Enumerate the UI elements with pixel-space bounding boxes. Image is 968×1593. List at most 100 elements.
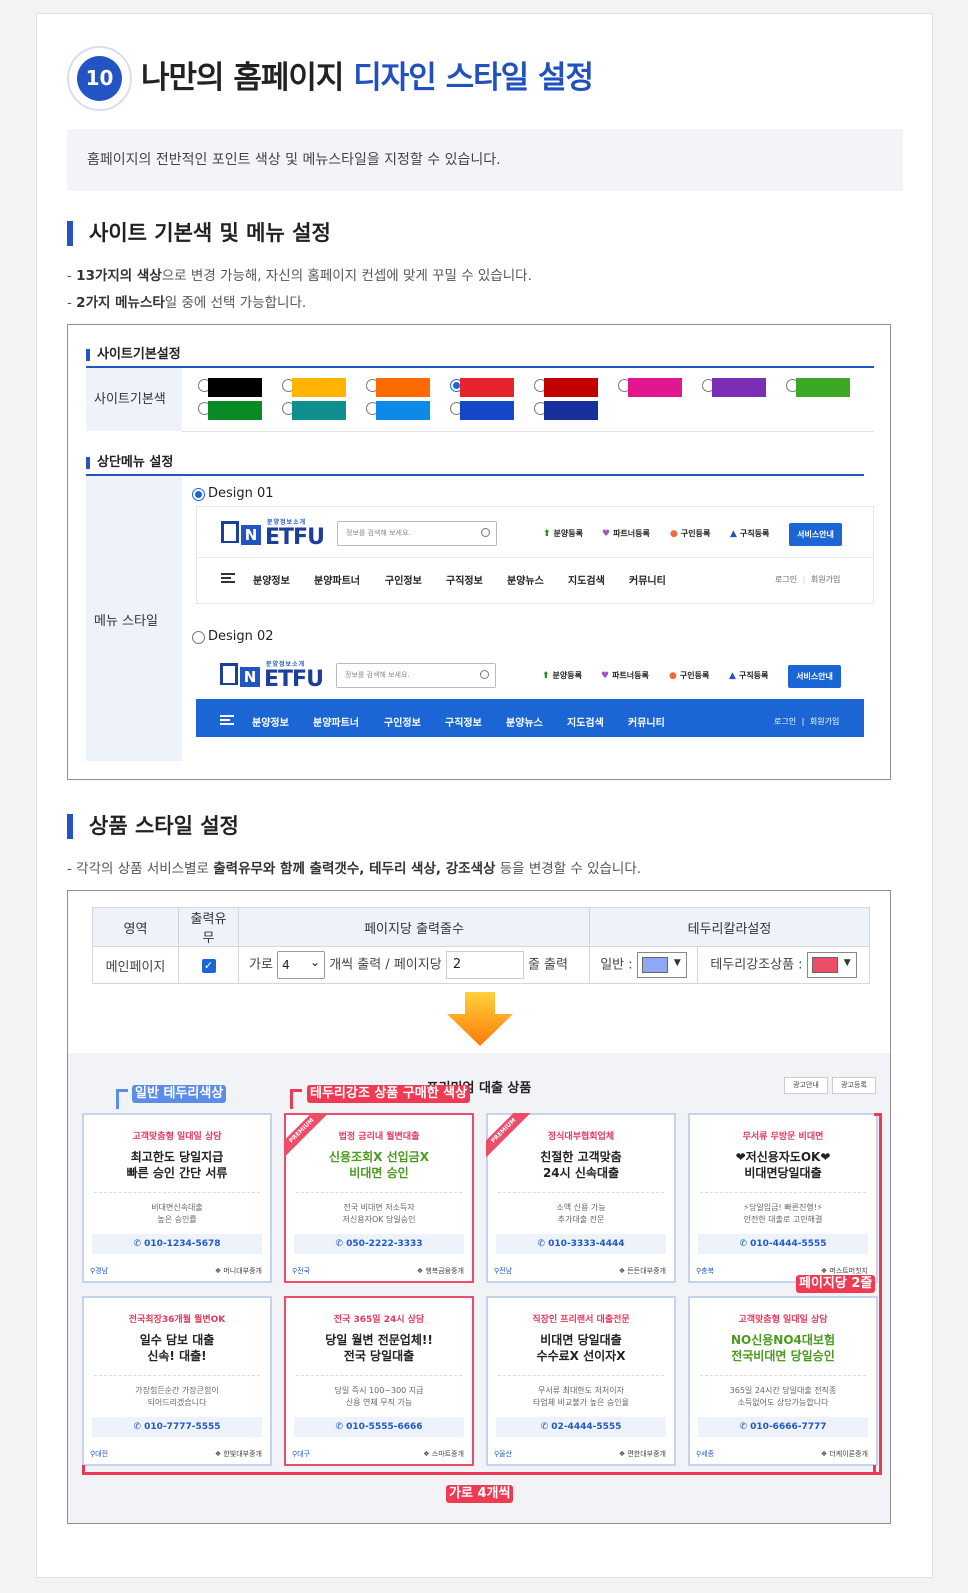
normal-color-picker[interactable] bbox=[636, 952, 687, 978]
design-01-radio[interactable] bbox=[192, 488, 205, 501]
top-link-partner[interactable]: ♥ 파트너등록 bbox=[601, 670, 649, 681]
product-card[interactable]: PREMIUM 정식대부협회업체 친절한 고객맞춤 24시 신속대출 소액 신용 가능… bbox=[486, 1113, 676, 1283]
product-card[interactable]: 무서류 무방문 비대면 ❤저신용자도OK❤ 비대면당일대출 ⚡당일입금! 빠른진행!… bbox=[688, 1113, 878, 1283]
divider bbox=[700, 1192, 866, 1193]
product-card[interactable]: 직장인 프리랜서 대출전문 비대면 당일대출 수수료X 선이자X 무서류 최대한도 … bbox=[486, 1296, 676, 1466]
nav-item-5[interactable]: 분양뉴스 bbox=[506, 714, 543, 729]
highlight-color-cell: 테두리강조상품 : bbox=[697, 946, 870, 984]
card-phone[interactable]: ✆ 010-1234-5678 bbox=[92, 1234, 262, 1254]
card-description: 당일 즉시 100~300 지급 신용 연체 무직 가능 bbox=[334, 1386, 424, 1407]
login-link[interactable]: 로그인 | 회원가입 bbox=[775, 574, 840, 585]
nav-item-2[interactable]: 분양파트너 bbox=[313, 714, 359, 729]
color-swatch-9[interactable] bbox=[208, 401, 262, 420]
color-swatch-8[interactable] bbox=[796, 378, 850, 397]
color-swatch-6[interactable] bbox=[628, 378, 682, 397]
color-swatch-2[interactable] bbox=[292, 378, 346, 397]
color-swatch-10[interactable] bbox=[292, 401, 346, 420]
search-input[interactable]: 정보를 검색해 보세요. bbox=[337, 521, 497, 546]
card-phone[interactable]: ✆ 050-2222-3333 bbox=[294, 1234, 464, 1254]
card-company: ❖ 머니대부중개 bbox=[214, 1267, 262, 1275]
card-phone[interactable]: ✆ 010-3333-4444 bbox=[496, 1234, 666, 1254]
card-phone[interactable]: ✆ 02-4444-5555 bbox=[496, 1417, 666, 1437]
card-tagline: 전국 365일 24시 상담 bbox=[333, 1315, 425, 1325]
top-link-partner[interactable]: ♥ 파트너등록 bbox=[602, 528, 650, 539]
card-tagline: 직장인 프리랜서 대출전문 bbox=[532, 1315, 630, 1325]
annotation-bracket-blue bbox=[116, 1089, 128, 1109]
color-swatch-11[interactable] bbox=[376, 401, 430, 420]
card-description: 소액 신용 가능 추가대출 전문 bbox=[556, 1203, 606, 1224]
per-row-select[interactable]: 4 bbox=[277, 949, 326, 979]
card-phone[interactable]: ✆ 010-4444-5555 bbox=[698, 1234, 868, 1254]
product-card[interactable]: 전국최장36개월 월변OK 일수 담보 대출 신속! 대출! 가장힘든순간 가장큰힘… bbox=[82, 1296, 272, 1466]
card-region: ⚲세종 bbox=[696, 1450, 715, 1458]
color-swatch-1[interactable] bbox=[208, 378, 262, 397]
nav-item-7[interactable]: 커뮤니티 bbox=[628, 714, 665, 729]
product-card[interactable]: 고객맞춤형 일대일 상담 NO신용NO4대보험 전국비대면 당일승인 365일 24… bbox=[688, 1296, 878, 1466]
product-settings-heading: 상품 스타일 설정 bbox=[67, 814, 239, 839]
card-region: ⚲전국 bbox=[292, 1267, 311, 1275]
divider bbox=[86, 366, 874, 368]
tag-cols-per-row: 가로 4개씩 bbox=[446, 1485, 514, 1503]
hamburger-icon[interactable] bbox=[221, 573, 235, 583]
page-panel: 10 나만의 홈페이지 디자인 스타일 설정 홈페이지의 전반적인 포인트 색상… bbox=[36, 13, 933, 1578]
top-link-hiring[interactable]: ● 구인등록 bbox=[670, 528, 710, 539]
hamburger-icon[interactable] bbox=[220, 715, 234, 725]
product-card[interactable]: 고객맞춤형 일대일 상담 최고한도 당일지급 빠른 승인 간단 서류 비대면신속대출… bbox=[82, 1113, 272, 1283]
top-link-jobseek[interactable]: ▲ 구직등록 bbox=[730, 528, 769, 539]
nav-item-1[interactable]: 분양정보 bbox=[253, 572, 290, 587]
site-settings-desc-2: - 2가지 메뉴스타일 중에 선택 가능합니다. bbox=[67, 295, 307, 311]
nav-item-1[interactable]: 분양정보 bbox=[252, 714, 289, 729]
color-swatch-3[interactable] bbox=[376, 378, 430, 397]
output-checkbox[interactable]: ✓ bbox=[201, 958, 216, 973]
lines-input[interactable]: 2 bbox=[445, 951, 524, 979]
product-card[interactable]: PREMIUM 법정 금리내 월변대출 신용조회X 선입금X 비대면 승인 전국 비대… bbox=[284, 1113, 474, 1283]
card-phone[interactable]: ✆ 010-5555-6666 bbox=[294, 1417, 464, 1437]
color-swatch-4[interactable] bbox=[460, 378, 514, 397]
color-swatch-5[interactable] bbox=[544, 378, 598, 397]
ad-register-button[interactable]: 광고등록 bbox=[832, 1077, 876, 1094]
card-company: ❖ 행복금융중개 bbox=[416, 1267, 464, 1275]
nav-item-5[interactable]: 분양뉴스 bbox=[507, 572, 544, 587]
top-link-hiring[interactable]: ● 구인등록 bbox=[669, 670, 709, 681]
building-icon bbox=[220, 663, 238, 685]
color-swatch-7[interactable] bbox=[712, 378, 766, 397]
search-icon bbox=[481, 528, 490, 537]
site-settings-desc-1: - 13가지의 색상으로 변경 가능해, 자신의 홈페이지 컨셉에 맞게 꾸밀 … bbox=[67, 268, 532, 284]
site-settings-panel: 사이트기본설정 사이트기본색 상단메뉴 설정 메뉴 스타일 Design 01 … bbox=[67, 324, 891, 780]
search-input[interactable]: 정보를 검색해 보세요. bbox=[336, 663, 496, 688]
nav-item-6[interactable]: 지도검색 bbox=[568, 572, 605, 587]
design-01-label: Design 01 bbox=[208, 486, 274, 501]
product-options-table: 영역 출력유무 페이지당 출력줄수 테두리칼라설정 메인페이지 ✓ 가로 4 개… bbox=[92, 907, 870, 984]
product-card[interactable]: 전국 365일 24시 상담 당일 월변 전문업체!! 전국 당일대출 당일 즉시 … bbox=[284, 1296, 474, 1466]
card-phone[interactable]: ✆ 010-6666-7777 bbox=[698, 1417, 868, 1437]
nav-item-4[interactable]: 구직정보 bbox=[445, 714, 482, 729]
nav-item-7[interactable]: 커뮤니티 bbox=[629, 572, 666, 587]
service-info-button[interactable]: 서비스안내 bbox=[789, 523, 842, 546]
color-swatch-13[interactable] bbox=[544, 401, 598, 420]
card-tagline: 고객맞춤형 일대일 상담 bbox=[738, 1315, 828, 1325]
nav-item-3[interactable]: 구인정보 bbox=[385, 572, 422, 587]
section-number-badge: 10 bbox=[67, 46, 132, 111]
top-link-register[interactable]: ⬆ 분양등록 bbox=[543, 528, 583, 539]
color-swatch-12[interactable] bbox=[460, 401, 514, 420]
ad-info-button[interactable]: 광고안내 bbox=[784, 1077, 828, 1094]
card-tagline: 법정 금리내 월변대출 bbox=[338, 1132, 420, 1142]
top-link-jobseek[interactable]: ▲ 구직등록 bbox=[729, 670, 768, 681]
card-description: 비대면신속대출 높은 승인률 bbox=[151, 1203, 203, 1224]
highlight-color-picker[interactable] bbox=[806, 952, 857, 978]
nav-item-3[interactable]: 구인정보 bbox=[384, 714, 421, 729]
site-logo: N 분양정보소개 ETFU bbox=[220, 659, 324, 692]
nav-item-4[interactable]: 구직정보 bbox=[446, 572, 483, 587]
card-phone[interactable]: ✆ 010-7777-5555 bbox=[92, 1417, 262, 1437]
card-company: ❖ 편한대부중개 bbox=[618, 1450, 666, 1458]
divider bbox=[498, 1192, 664, 1193]
service-info-button[interactable]: 서비스안내 bbox=[788, 665, 841, 688]
annotation-bracket-red bbox=[290, 1089, 302, 1109]
nav-item-2[interactable]: 분양파트너 bbox=[314, 572, 360, 587]
card-description: 365일 24시간 당일대출 전직종 소득없어도 상담가능합니다 bbox=[729, 1386, 837, 1407]
menu-style-label: 메뉴 스타일 bbox=[86, 476, 182, 761]
nav-item-6[interactable]: 지도검색 bbox=[567, 714, 604, 729]
login-link[interactable]: 로그인 | 회원가입 bbox=[774, 716, 839, 727]
top-link-register[interactable]: ⬆ 분양등록 bbox=[542, 670, 582, 681]
design-02-radio[interactable] bbox=[192, 631, 205, 644]
